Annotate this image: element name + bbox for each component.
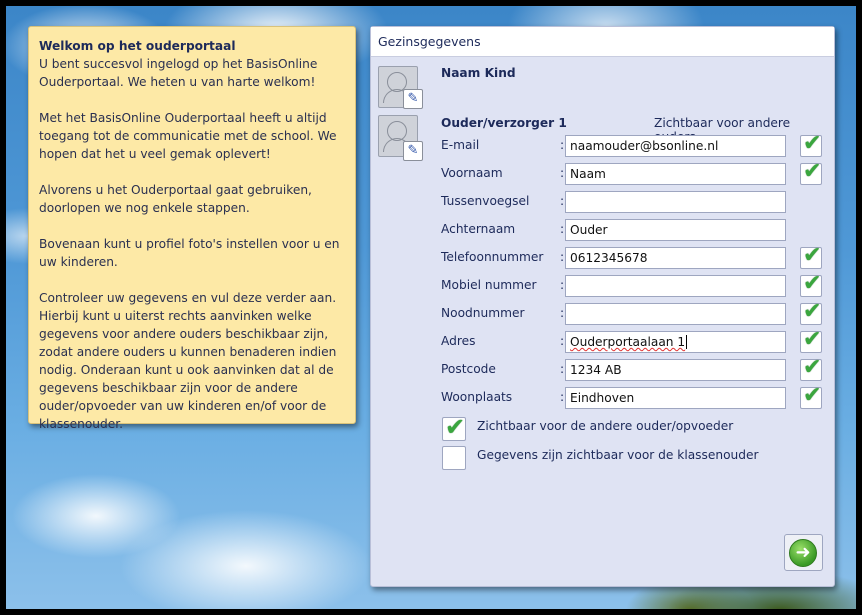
parent-heading: Ouder/verzorger 1 [441, 116, 567, 130]
field-label-telefoonnummer: Telefoonnummer [441, 250, 544, 264]
field-colon: : [560, 278, 565, 292]
field-label-adres: Adres [441, 334, 476, 348]
arrow-right-icon: ➜ [789, 539, 817, 567]
field-label-mobiel: Mobiel nummer [441, 278, 537, 292]
telefoonnummer-field[interactable]: 0612345678 [565, 247, 786, 269]
field-colon: : [560, 362, 565, 376]
visible-checkbox-email[interactable]: ✔ [800, 131, 822, 157]
check-icon: ✔ [803, 159, 822, 184]
field-colon: : [560, 138, 565, 152]
visible-checkbox-telefoonnummer[interactable]: ✔ [800, 243, 822, 269]
achternaam-field[interactable]: Ouder [565, 219, 786, 241]
class-parent-checkbox[interactable] [442, 446, 466, 470]
other-parent-label: Zichtbaar voor de andere ouder/opvoeder [477, 419, 734, 433]
field-label-noodnummer: Noodnummer [441, 306, 525, 320]
field-colon: : [560, 334, 565, 348]
tussenvoegsel-field[interactable] [565, 191, 786, 213]
field-label-postcode: Postcode [441, 362, 496, 376]
field-label-email: E-mail [441, 138, 480, 152]
email-field[interactable]: naamouder@bsonline.nl [565, 135, 786, 157]
voornaam-field[interactable]: Naam [565, 163, 786, 185]
child-name: Naam Kind [441, 66, 516, 80]
postcode-field[interactable]: 1234 AB [565, 359, 786, 381]
field-label-voornaam: Voornaam [441, 166, 503, 180]
visible-checkbox-woonplaats[interactable]: ✔ [800, 383, 822, 409]
check-icon: ✔ [803, 271, 822, 296]
pencil-icon[interactable]: ✎ [403, 141, 423, 161]
visible-checkbox-adres[interactable]: ✔ [800, 327, 822, 353]
field-colon: : [560, 194, 565, 208]
check-icon: ✔ [803, 327, 822, 352]
welcome-title: Welkom op het ouderportaal [39, 39, 236, 53]
field-colon: : [560, 250, 565, 264]
welcome-box: Welkom op het ouderportaal U bent succes… [28, 26, 356, 431]
check-icon: ✔ [803, 243, 822, 268]
family-panel: Gezinsgegevens ✎ Naam Kind ✎ Ouder/verzo… [370, 26, 835, 587]
welcome-paragraph: U bent succesvol ingelogd op het BasisOn… [39, 57, 318, 89]
check-icon: ✔ [445, 413, 466, 441]
check-icon: ✔ [803, 355, 822, 380]
check-icon: ✔ [803, 131, 822, 156]
check-icon: ✔ [803, 299, 822, 324]
woonplaats-field[interactable]: Eindhoven [565, 387, 786, 409]
class-parent-label: Gegevens zijn zichtbaar voor de klasseno… [477, 448, 759, 462]
visible-checkbox-mobiel[interactable]: ✔ [800, 271, 822, 297]
field-colon: : [560, 166, 565, 180]
text-cursor [686, 335, 688, 349]
adres-value: Ouderportaalaan 1 [570, 335, 686, 349]
pencil-icon[interactable]: ✎ [403, 89, 423, 109]
check-icon: ✔ [803, 383, 822, 408]
visible-checkbox-postcode[interactable]: ✔ [800, 355, 822, 381]
welcome-paragraph: Met het BasisOnline Ouderportaal heeft u… [39, 111, 337, 161]
welcome-paragraph: Alvorens u het Ouderportaal gaat gebruik… [39, 183, 312, 215]
field-colon: : [560, 222, 565, 236]
mobiel-field[interactable] [565, 275, 786, 297]
field-label-tussenvoegsel: Tussenvoegsel [441, 194, 530, 208]
adres-field[interactable]: Ouderportaalaan 1 [565, 331, 786, 353]
next-button[interactable]: ➜ [784, 534, 823, 571]
visible-checkbox-noodnummer[interactable]: ✔ [800, 299, 822, 325]
field-colon: : [560, 390, 565, 404]
field-colon: : [560, 306, 565, 320]
field-label-woonplaats: Woonplaats [441, 390, 513, 404]
field-label-achternaam: Achternaam [441, 222, 516, 236]
welcome-paragraph: Bovenaan kunt u profiel foto's instellen… [39, 237, 340, 269]
other-parent-checkbox[interactable]: ✔ [442, 413, 466, 441]
visible-checkbox-voornaam[interactable]: ✔ [800, 159, 822, 185]
panel-title: Gezinsgegevens [371, 27, 834, 57]
welcome-paragraph: Controleer uw gegevens en vul deze verde… [39, 291, 337, 431]
noodnummer-field[interactable] [565, 303, 786, 325]
